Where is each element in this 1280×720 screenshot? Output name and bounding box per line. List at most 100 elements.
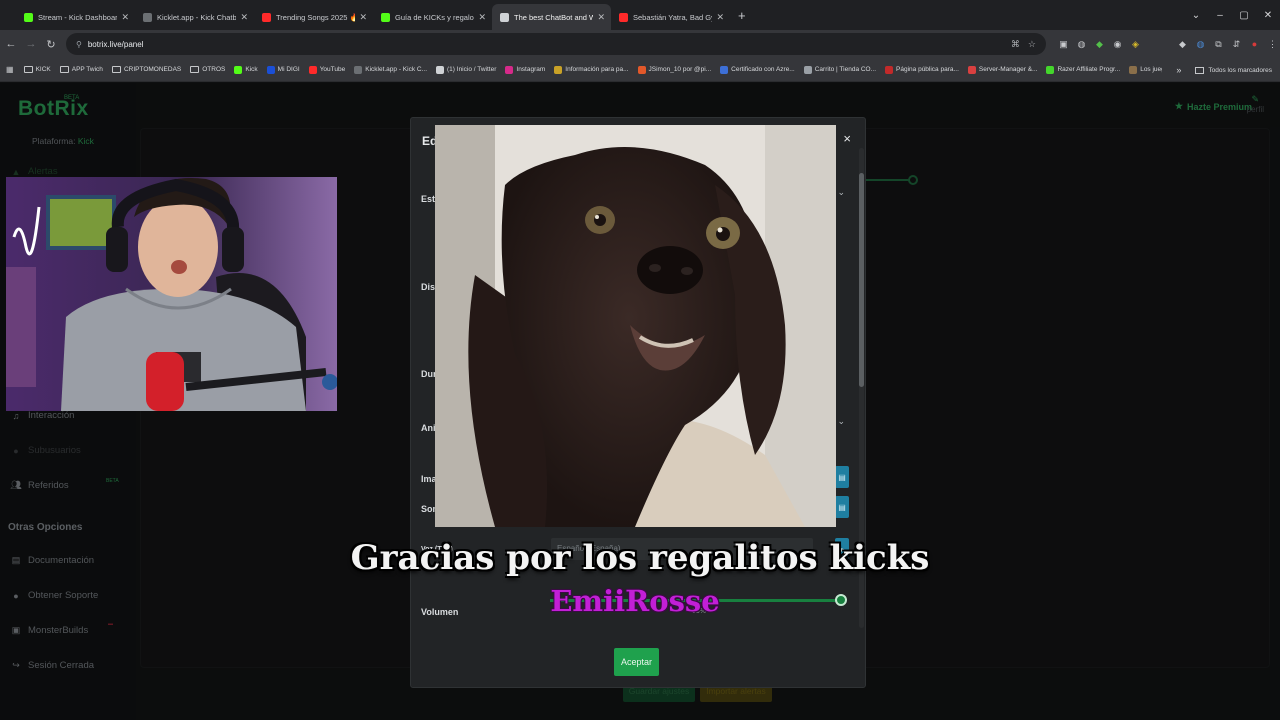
bookmark-favicon-icon bbox=[720, 65, 729, 74]
bookmark-favicon-icon bbox=[266, 65, 275, 74]
folder-icon bbox=[59, 66, 69, 73]
extension-icon[interactable]: ◈ bbox=[1130, 39, 1141, 50]
upload-image-button[interactable]: ▤ bbox=[835, 466, 849, 488]
bookmark-label: Página pública para... bbox=[896, 66, 959, 73]
bookmark-favicon-icon bbox=[308, 65, 317, 74]
tabs-container: Stream - Kick Dashboard ✕ Kicklet.app - Ki… bbox=[16, 4, 730, 30]
bookmark-item[interactable]: KICK bbox=[23, 66, 51, 73]
tab-close-icon[interactable]: ✕ bbox=[478, 12, 486, 23]
url-field[interactable]: ⚲ botrix.live/panel ⌘ ☆ bbox=[66, 33, 1046, 55]
tab-close-icon[interactable]: ✕ bbox=[121, 12, 129, 23]
bookmark-item[interactable]: Información para pa... bbox=[554, 65, 629, 74]
bookmark-favicon-icon bbox=[436, 65, 445, 74]
bookmark-item[interactable]: Instagram bbox=[505, 65, 546, 74]
folder-icon bbox=[190, 66, 200, 73]
puzzle-icon[interactable]: ⧉ bbox=[1213, 39, 1224, 50]
modal-scrollbar[interactable] bbox=[859, 173, 864, 387]
bookmark-favicon-icon bbox=[885, 65, 894, 74]
browser-tab[interactable]: Sebastián Yatra, Bad Gyal - 2AM ✕ bbox=[611, 4, 730, 30]
bookmark-favicon-icon bbox=[1046, 65, 1055, 74]
bookmark-item[interactable]: Kicklet.app - Kick C... bbox=[354, 65, 428, 74]
tab-label: Trending Songs 2025 🔥 Viral bbox=[276, 12, 356, 22]
tab-favicon-icon bbox=[143, 12, 152, 22]
tab-label: Stream - Kick Dashboard bbox=[38, 12, 118, 22]
bookmark-label: Server-Manager &... bbox=[978, 66, 1038, 73]
tab-search-icon[interactable]: ⌄ bbox=[1184, 10, 1208, 21]
chevron-right-icon[interactable]: » bbox=[1176, 65, 1181, 75]
extension-icon[interactable]: ◆ bbox=[1094, 39, 1105, 50]
maximize-icon[interactable]: ▢ bbox=[1232, 10, 1256, 21]
browser-tab[interactable]: Trending Songs 2025 🔥 Viral✕ bbox=[254, 4, 373, 30]
bookmark-favicon-icon bbox=[637, 65, 646, 74]
extension-icon[interactable]: ◍ bbox=[1195, 39, 1206, 50]
bookmark-favicon-icon bbox=[967, 65, 976, 74]
browser-tab[interactable]: Stream - Kick Dashboard ✕ bbox=[16, 4, 135, 30]
bookmark-item[interactable]: Carrito | Tienda CO... bbox=[803, 65, 876, 74]
extension-icon[interactable]: ◉ bbox=[1112, 39, 1123, 50]
close-window-icon[interactable]: ✕ bbox=[1256, 10, 1280, 21]
menu-icon[interactable]: ⋮ bbox=[1267, 39, 1278, 50]
browser-tab[interactable]: Guía de KICKs y regalos | Cent ✕ bbox=[373, 4, 492, 30]
bookmarks-bar: ▦ KICK APP Twich CRIPTOMONEDAS OTROS Kick Mi … bbox=[0, 58, 1280, 82]
bookmark-item[interactable]: Certificado con Azre... bbox=[720, 65, 795, 74]
upload-sound-button[interactable]: ▤ bbox=[835, 496, 849, 518]
webcam-overlay bbox=[6, 177, 337, 411]
minimize-icon[interactable]: – bbox=[1208, 10, 1232, 21]
bookmark-item[interactable]: Página pública para... bbox=[885, 65, 959, 74]
animation-label: Ani bbox=[421, 423, 436, 433]
browser-tab[interactable]: Kicklet.app - Kick Chatbot and✕ bbox=[135, 4, 254, 30]
bookmark-favicon-icon bbox=[803, 65, 812, 74]
tab-close-icon[interactable]: ✕ bbox=[597, 12, 605, 23]
bookmark-label: KICK bbox=[35, 66, 51, 73]
bookmark-item[interactable]: OTROS bbox=[190, 66, 225, 73]
extension-icon[interactable]: ⇵ bbox=[1231, 39, 1242, 50]
window-controls: ⌄ – ▢ ✕ bbox=[1184, 0, 1280, 30]
extension-icon[interactable]: ▣ bbox=[1058, 39, 1069, 50]
close-icon[interactable]: × bbox=[843, 131, 851, 146]
extension-icon[interactable]: ◆ bbox=[1177, 39, 1188, 50]
accept-button[interactable]: Aceptar bbox=[614, 648, 659, 676]
bookmark-label: APP Twich bbox=[71, 66, 103, 73]
url-text: botrix.live/panel bbox=[87, 39, 144, 49]
bookmark-item[interactable]: Kick bbox=[234, 65, 258, 74]
translate-icon[interactable]: ⌘ bbox=[1011, 39, 1020, 50]
extension-icon[interactable]: ◍ bbox=[1076, 39, 1087, 50]
tab-close-icon[interactable]: ✕ bbox=[716, 12, 724, 23]
back-icon[interactable]: ← bbox=[2, 38, 20, 50]
tab-favicon-icon bbox=[619, 12, 628, 22]
forward-icon[interactable]: → bbox=[22, 38, 40, 50]
bookmark-item[interactable]: YouTube bbox=[308, 65, 345, 74]
new-tab-button[interactable]: + bbox=[730, 4, 754, 30]
bookmark-star-icon[interactable]: ☆ bbox=[1028, 39, 1036, 50]
bookmark-label: Certificado con Azre... bbox=[731, 66, 795, 73]
profile-icon[interactable]: ● bbox=[1249, 39, 1260, 50]
address-bar: ← → ↻ ⚲ botrix.live/panel ⌘ ☆ ▣ ◍ ◆ ◉ ◈ … bbox=[0, 30, 1280, 58]
chevron-down-icon[interactable]: ⌄ bbox=[837, 416, 845, 427]
all-bookmarks[interactable]: » Todos los marcadores bbox=[1162, 58, 1272, 81]
bookmark-label: (1) Inicio / Twitter bbox=[447, 66, 497, 73]
bookmark-item[interactable]: Server-Manager &... bbox=[967, 65, 1038, 74]
tab-close-icon[interactable]: ✕ bbox=[359, 12, 367, 23]
bookmark-item[interactable]: Mi DIGI bbox=[266, 65, 300, 74]
bookmark-label: OTROS bbox=[202, 66, 226, 73]
apps-grid-icon[interactable]: ▦ bbox=[6, 65, 14, 74]
tab-favicon-icon bbox=[262, 12, 271, 22]
tab-close-icon[interactable]: ✕ bbox=[240, 12, 248, 23]
chevron-down-icon[interactable]: ⌄ bbox=[837, 187, 845, 198]
browser-tab[interactable]: The best ChatBot and Widgets✕ bbox=[492, 4, 611, 30]
site-info-icon[interactable]: ⚲ bbox=[76, 40, 82, 49]
extensions: ▣ ◍ ◆ ◉ ◈ ◆ ◍ ⧉ ⇵ ● ⋮ bbox=[1058, 39, 1278, 50]
bookmark-item[interactable]: JSimon_10 por @pi... bbox=[637, 65, 711, 74]
bookmark-item[interactable]: Razer Affiliate Progr... bbox=[1046, 65, 1120, 74]
bookmark-label: Kick bbox=[245, 66, 258, 73]
bookmark-favicon-icon bbox=[554, 65, 563, 74]
bookmark-item[interactable]: CRIPTOMONEDAS bbox=[111, 66, 181, 73]
tab-favicon-icon bbox=[500, 12, 509, 22]
reload-icon[interactable]: ↻ bbox=[42, 38, 60, 51]
bookmark-item[interactable]: (1) Inicio / Twitter bbox=[436, 65, 497, 74]
bookmark-label: Kicklet.app - Kick C... bbox=[365, 66, 428, 73]
bookmark-label: Instagram bbox=[516, 66, 546, 73]
bookmark-item[interactable]: APP Twich bbox=[59, 66, 103, 73]
bookmarks-list: KICK APP Twich CRIPTOMONEDAS OTROS Kick Mi DI… bbox=[23, 65, 1213, 74]
tab-label: Guía de KICKs y regalos | Cent bbox=[395, 12, 474, 22]
